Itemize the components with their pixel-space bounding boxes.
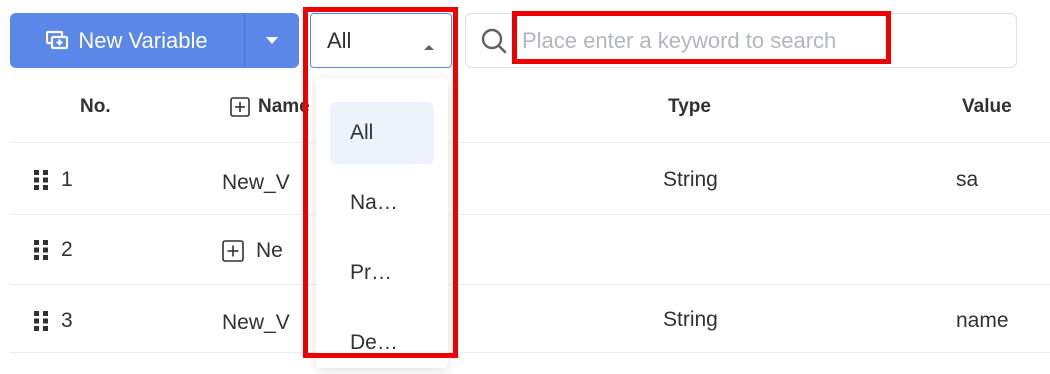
- add-variable-icon: [46, 30, 70, 52]
- expand-all-icon[interactable]: [230, 97, 250, 117]
- caret-down-icon: [266, 32, 278, 50]
- caret-up-icon: [423, 34, 435, 60]
- drag-handle-icon[interactable]: [33, 169, 49, 191]
- table-row-no[interactable]: 1: [33, 165, 73, 195]
- row-number: 1: [61, 168, 73, 191]
- drag-handle-icon[interactable]: [33, 239, 49, 261]
- search-input[interactable]: [522, 24, 1002, 58]
- row-name[interactable]: Ne: [222, 236, 283, 266]
- new-variable-button[interactable]: New Variable: [10, 13, 244, 68]
- new-variable-dropdown-button[interactable]: [245, 13, 299, 68]
- dropdown-option-name[interactable]: Na…: [330, 172, 434, 234]
- row-divider: [10, 284, 1050, 285]
- header-type: Type: [668, 96, 711, 117]
- row-divider: [10, 352, 1050, 353]
- row-type: String: [663, 168, 718, 191]
- dropdown-option-pr[interactable]: Pr…: [330, 242, 434, 304]
- header-no: No.: [80, 96, 111, 117]
- filter-select-value: All: [327, 27, 352, 53]
- row-divider: [10, 142, 1050, 143]
- drag-handle-icon[interactable]: [33, 310, 49, 332]
- row-value: sa: [956, 168, 979, 191]
- row-value: name: [956, 309, 1009, 332]
- table-row-no[interactable]: 2: [33, 235, 73, 265]
- filter-dropdown-menu: All Na… Pr… De…: [316, 78, 448, 368]
- expand-row-icon[interactable]: [222, 240, 244, 262]
- row-divider: [10, 214, 1050, 215]
- header-name-label: Name: [258, 96, 310, 117]
- row-number: 2: [61, 238, 73, 261]
- row-type: String: [663, 308, 718, 331]
- search-icon: [480, 27, 508, 60]
- dropdown-option-de[interactable]: De…: [330, 312, 434, 374]
- new-variable-label: New Variable: [78, 27, 208, 53]
- search-box[interactable]: [465, 13, 1017, 68]
- table-row-no[interactable]: 3: [33, 306, 73, 336]
- header-value: Value: [962, 96, 1012, 117]
- header-name[interactable]: Name: [230, 92, 310, 122]
- row-number: 3: [61, 309, 73, 332]
- row-name-label: Ne: [256, 239, 283, 262]
- dropdown-option-all[interactable]: All: [330, 102, 434, 164]
- row-name: New_V: [222, 171, 290, 194]
- filter-select[interactable]: All: [310, 13, 452, 68]
- row-name: New_V: [222, 311, 290, 334]
